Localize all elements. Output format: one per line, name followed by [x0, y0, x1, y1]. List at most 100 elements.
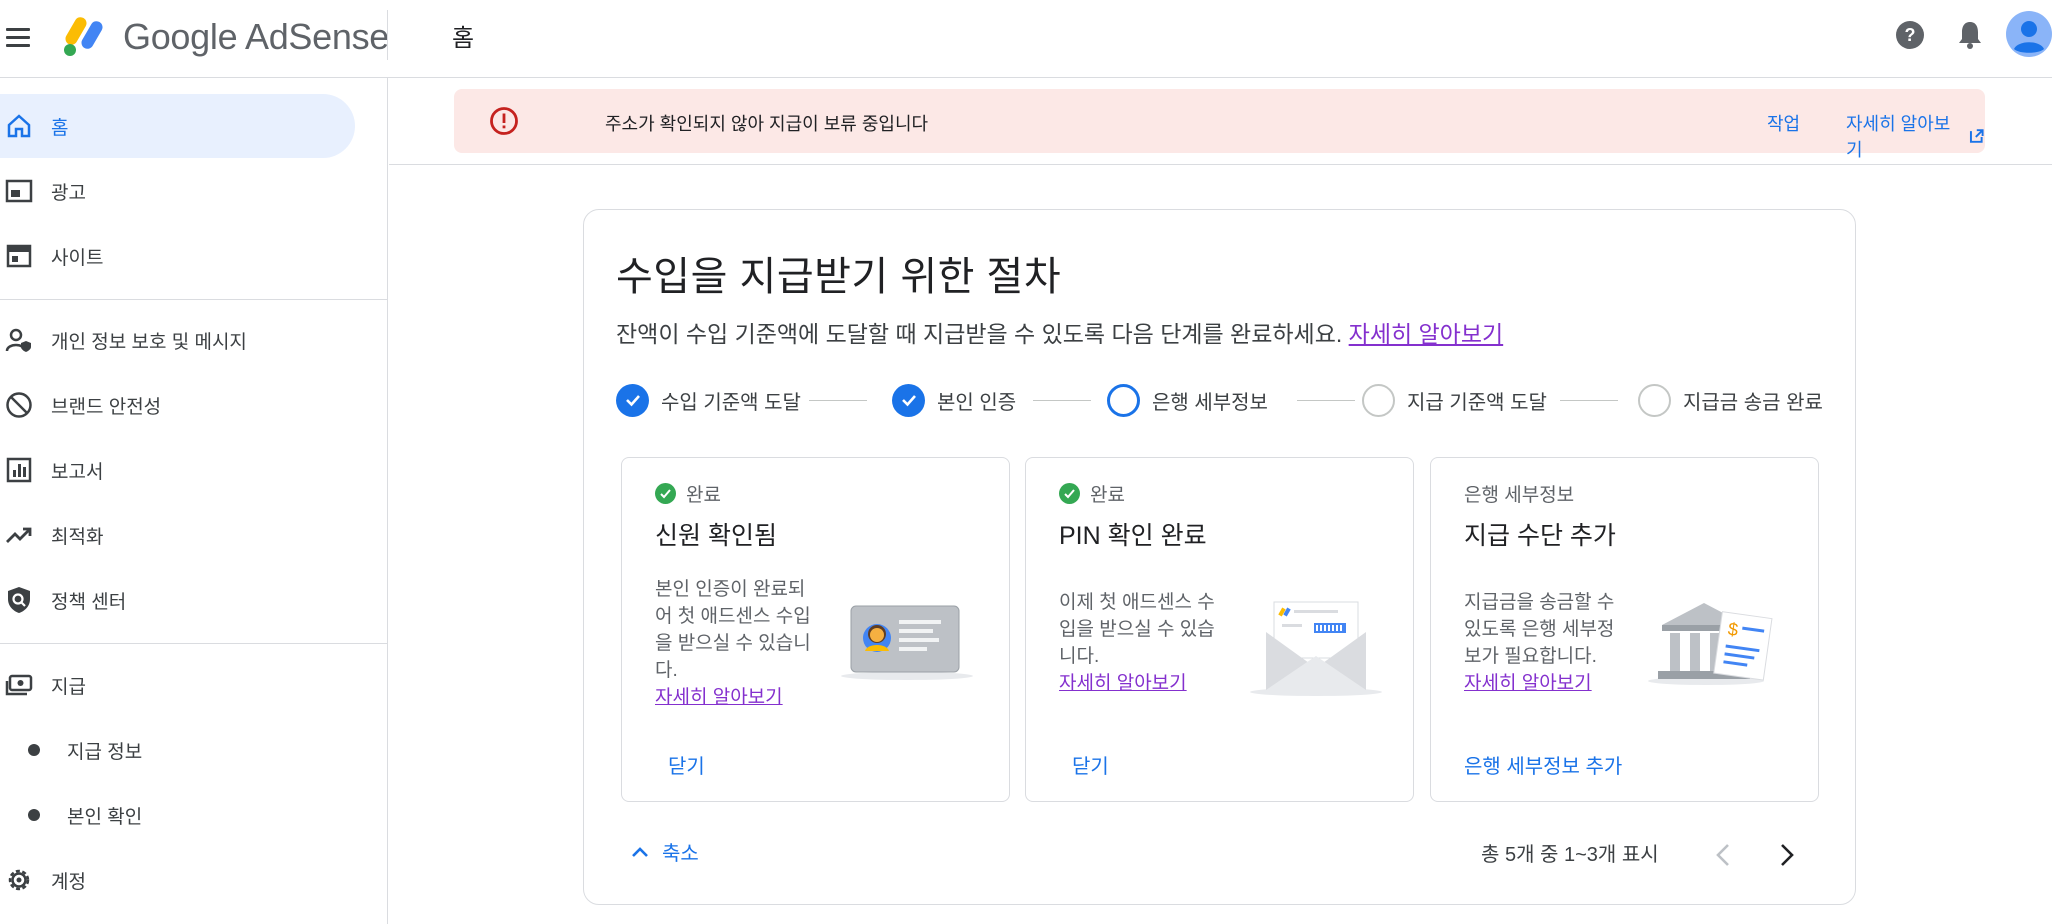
card-learn-more-link[interactable]: 자세히 알아보기: [1349, 321, 1504, 347]
step-connector: [1033, 400, 1091, 401]
check-circle-icon: [616, 383, 649, 417]
sidebar-item-sites[interactable]: 사이트: [0, 224, 355, 288]
chevron-up-icon: [632, 846, 648, 857]
task-status: 은행 세부정보: [1464, 480, 1574, 507]
sidebar-item-label: 사이트: [51, 247, 104, 269]
task-body-line: 니다.: [1059, 646, 1100, 667]
task-body-line: 지급금을 송금할 수: [1464, 592, 1615, 613]
topbar-divider: [387, 10, 388, 60]
pagination-status: 총 5개 중 1~3개 표시: [1481, 844, 1659, 866]
sidebar-item-label: 본인 확인: [67, 806, 143, 828]
banner-action-link[interactable]: 작업: [1767, 110, 1800, 136]
home-icon: [4, 111, 34, 141]
privacy-icon: [4, 325, 34, 355]
help-icon[interactable]: ?: [1895, 20, 1925, 50]
payment-steps-card: 수입을 지급받기 위한 절차 잔액이 수입 기준액에 도달할 때 지급받을 수 …: [583, 209, 1856, 905]
sidebar-item-ads[interactable]: 광고: [0, 159, 355, 223]
sidebar-item-home[interactable]: 홈: [0, 94, 355, 158]
trending-up-icon: [4, 520, 34, 550]
task-status: 완료: [1059, 480, 1125, 507]
step-payment-threshold: 지급 기준액 도달: [1362, 382, 1547, 418]
task-title: 신원 확인됨: [655, 522, 777, 550]
sidebar-item-label: 브랜드 안전성: [51, 396, 162, 418]
sidebar-item-label: 광고: [51, 182, 86, 204]
collapse-button[interactable]: 축소: [630, 837, 699, 866]
task-learn-more-link[interactable]: 자세히 알아보기: [1464, 670, 1654, 697]
sidebar-item-privacy-messaging[interactable]: 개인 정보 보호 및 메시지: [0, 308, 355, 372]
step-bank-details: 은행 세부정보: [1107, 382, 1268, 418]
step-connector: [1560, 400, 1618, 401]
progress-stepper: 수입 기준액 도달 본인 인증 은행 세부정보 지급 기준액 도달 지급금 송금…: [616, 382, 1846, 420]
brand-name: Google AdSense: [123, 16, 390, 57]
empty-circle-icon: [1362, 383, 1395, 417]
bullet-icon: [28, 809, 40, 821]
task-card-pin: 완료 PIN 확인 완료 이제 첫 애드센스 수 입을 받으실 수 있습 니다.…: [1025, 457, 1414, 802]
task-card-identity: 완료 신원 확인됨 본인 인증이 완료되 어 첫 애드센스 수입 을 받으실 수…: [621, 457, 1010, 802]
sidebar-divider: [0, 643, 388, 644]
open-in-new-icon: [1970, 129, 1985, 143]
task-status-label: 완료: [686, 485, 721, 506]
card-description: 잔액이 수입 기준액에 도달할 때 지급받을 수 있도록 다음 단계를 완료하세…: [616, 315, 1503, 349]
sidebar-item-label: 보고서: [51, 461, 104, 483]
dismiss-button[interactable]: 닫기: [668, 750, 705, 779]
banner-message: 주소가 확인되지 않아 지급이 보류 중입니다: [605, 114, 929, 134]
task-body-line: 다.: [655, 660, 678, 681]
step-identity-verification: 본인 인증: [892, 382, 1016, 418]
sidebar-item-label: 지급: [51, 676, 86, 698]
notifications-bell-icon[interactable]: [1955, 19, 1985, 51]
task-body-line: 입을 받으실 수 있습: [1059, 619, 1215, 640]
payment-hold-alert-banner: 주소가 확인되지 않아 지급이 보류 중입니다 작업 자세히 알아보기: [454, 89, 1985, 160]
task-status-label: 완료: [1090, 485, 1125, 506]
sidebar-item-brand-safety[interactable]: 브랜드 안전성: [0, 373, 355, 437]
main-menu-button[interactable]: [6, 22, 36, 52]
sidebar-item-label: 최적화: [51, 526, 104, 548]
collapse-label: 축소: [662, 843, 699, 865]
top-app-bar: Google AdSense 홈 ?: [0, 0, 2052, 78]
sidebar-item-label: 지급 정보: [67, 741, 143, 763]
success-check-icon: [655, 483, 676, 504]
sites-icon: [4, 241, 34, 271]
chevron-right-icon[interactable]: [1771, 840, 1801, 870]
bank-illustration: $: [1648, 603, 1773, 685]
svg-text:?: ?: [1905, 25, 1916, 45]
task-learn-more-link[interactable]: 자세히 알아보기: [655, 684, 835, 711]
add-bank-details-button[interactable]: 은행 세부정보 추가: [1464, 750, 1622, 779]
success-check-icon: [1059, 483, 1080, 504]
step-payment-sent: 지급금 송금 완료: [1638, 382, 1823, 418]
sidebar-item-reports[interactable]: 보고서: [0, 438, 355, 502]
sidebar-item-account[interactable]: 계정: [0, 848, 355, 912]
sidebar-item-label: 개인 정보 보호 및 메시지: [51, 331, 247, 353]
chevron-left-icon[interactable]: [1709, 840, 1739, 870]
bullet-icon: [28, 744, 40, 756]
task-status: 완료: [655, 480, 721, 507]
banner-learn-more-link[interactable]: 자세히 알아보기: [1846, 110, 1985, 162]
current-step-circle-icon: [1107, 383, 1140, 417]
task-title: 지급 수단 추가: [1464, 522, 1616, 550]
envelope-illustration: [1250, 601, 1382, 696]
empty-circle-icon: [1638, 383, 1671, 417]
step-label: 수입 기준액 도달: [661, 391, 801, 414]
sidebar-item-payment-info[interactable]: 지급 정보: [0, 718, 355, 782]
sidebar-item-label: 정책 센터: [51, 591, 127, 613]
sidebar-item-policy-center[interactable]: 정책 센터: [0, 568, 355, 632]
account-avatar[interactable]: [2006, 11, 2052, 57]
page-title: 홈: [452, 25, 475, 52]
step-label: 은행 세부정보: [1152, 391, 1268, 414]
card-title: 수입을 지급받기 위한 절차: [616, 255, 1062, 299]
error-icon: [490, 107, 518, 135]
step-connector: [809, 400, 867, 401]
sidebar-item-label: 계정: [51, 871, 86, 893]
task-body: 본인 인증이 완료되 어 첫 애드센스 수입 을 받으실 수 있습니 다. 자세…: [655, 576, 835, 711]
task-status-label: 은행 세부정보: [1464, 485, 1575, 506]
ads-icon: [4, 176, 34, 206]
sidebar-item-identity-verification[interactable]: 본인 확인: [0, 783, 355, 847]
dismiss-button[interactable]: 닫기: [1072, 750, 1109, 779]
task-learn-more-link[interactable]: 자세히 알아보기: [1059, 670, 1249, 697]
sidebar-item-payments[interactable]: 지급: [0, 653, 355, 717]
adsense-logo: [64, 17, 103, 56]
reports-icon: [4, 455, 34, 485]
block-icon: [4, 390, 34, 420]
gear-icon: [4, 865, 34, 895]
sidebar-item-optimization[interactable]: 최적화: [0, 503, 355, 567]
step-label: 본인 인증: [937, 391, 1017, 414]
